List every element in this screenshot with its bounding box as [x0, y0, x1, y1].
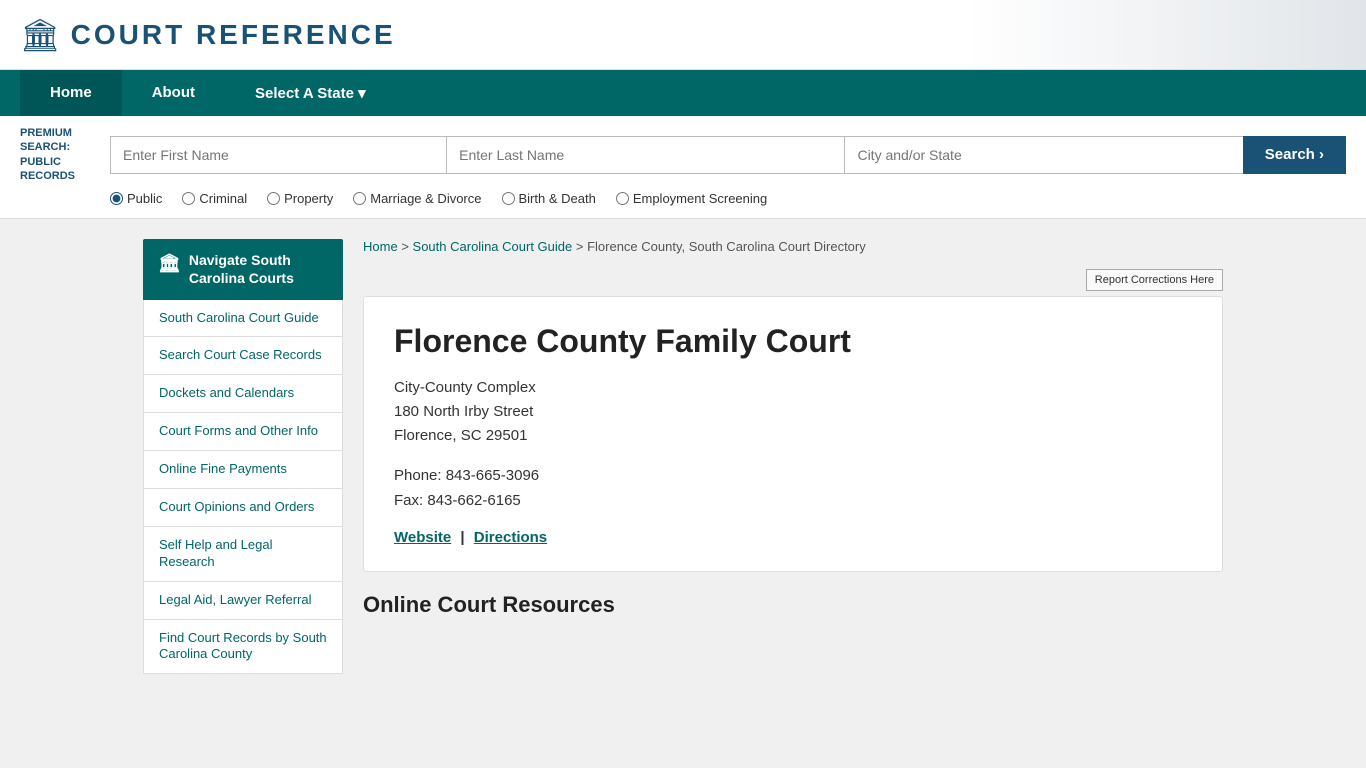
- logo-icon: 🏛: [20, 16, 61, 54]
- content-area: Home > South Carolina Court Guide > Flor…: [363, 239, 1223, 674]
- report-corrections-button[interactable]: Report Corrections Here: [1086, 269, 1223, 291]
- sidebar-item-online-fine-payments[interactable]: Online Fine Payments: [143, 451, 343, 489]
- radio-employment[interactable]: Employment Screening: [616, 191, 767, 206]
- search-inputs: Search ›: [110, 136, 1346, 174]
- first-name-input[interactable]: [110, 136, 446, 174]
- sidebar-item-self-help[interactable]: Self Help and Legal Research: [143, 527, 343, 582]
- site-header: 🏛 COURT REFERENCE: [0, 0, 1366, 70]
- sidebar-header-icon: 🏛: [158, 252, 181, 275]
- sidebar-item-sc-court-guide[interactable]: South Carolina Court Guide: [143, 300, 343, 338]
- sidebar-header: 🏛 Navigate South Carolina Courts: [143, 239, 343, 299]
- court-address: City-County Complex 180 North Irby Stree…: [394, 376, 1192, 448]
- nav-about[interactable]: About: [122, 70, 225, 116]
- breadcrumb-guide[interactable]: South Carolina Court Guide: [413, 239, 573, 254]
- court-address-line2: 180 North Irby Street: [394, 400, 1192, 424]
- site-logo[interactable]: 🏛 COURT REFERENCE: [20, 16, 396, 54]
- court-address-line1: City-County Complex: [394, 376, 1192, 400]
- radio-property[interactable]: Property: [267, 191, 333, 206]
- online-resources-title: Online Court Resources: [363, 592, 1223, 618]
- city-state-input[interactable]: [844, 136, 1242, 174]
- logo-text: COURT REFERENCE: [71, 19, 396, 51]
- court-contact: Phone: 843-665-3096 Fax: 843-662-6165: [394, 463, 1192, 514]
- radio-public[interactable]: Public: [110, 191, 162, 206]
- sidebar-item-dockets-calendars[interactable]: Dockets and Calendars: [143, 375, 343, 413]
- main-content: 🏛 Navigate South Carolina Courts South C…: [133, 219, 1233, 694]
- sidebar-item-legal-aid[interactable]: Legal Aid, Lawyer Referral: [143, 582, 343, 620]
- last-name-input[interactable]: [446, 136, 844, 174]
- court-directions-link[interactable]: Directions: [474, 529, 547, 546]
- search-button[interactable]: Search ›: [1243, 136, 1346, 174]
- sidebar-item-court-forms[interactable]: Court Forms and Other Info: [143, 413, 343, 451]
- breadcrumb: Home > South Carolina Court Guide > Flor…: [363, 239, 1223, 254]
- court-card: Florence County Family Court City-County…: [363, 296, 1223, 571]
- breadcrumb-current: Florence County, South Carolina Court Di…: [587, 239, 866, 254]
- search-bar: PREMIUM SEARCH: PUBLIC RECORDS Search › …: [0, 116, 1366, 219]
- radio-marriage-divorce[interactable]: Marriage & Divorce: [353, 191, 481, 206]
- court-website-link[interactable]: Website: [394, 529, 451, 546]
- sidebar-header-text: Navigate South Carolina Courts: [189, 251, 328, 287]
- nav-select-state[interactable]: Select A State ▾: [225, 70, 396, 116]
- search-label: PREMIUM SEARCH: PUBLIC RECORDS: [20, 126, 100, 183]
- nav-home[interactable]: Home: [20, 70, 122, 116]
- court-address-line3: Florence, SC 29501: [394, 424, 1192, 448]
- court-fax-number: Fax: 843-662-6165: [394, 488, 1192, 514]
- search-radio-group: Public Criminal Property Marriage & Divo…: [20, 191, 1346, 206]
- court-title: Florence County Family Court: [394, 322, 1192, 360]
- sidebar-item-find-records[interactable]: Find Court Records by South Carolina Cou…: [143, 620, 343, 675]
- sidebar-item-court-opinions[interactable]: Court Opinions and Orders: [143, 489, 343, 527]
- court-phone-number: Phone: 843-665-3096: [394, 463, 1192, 489]
- radio-criminal[interactable]: Criminal: [182, 191, 247, 206]
- header-background: [966, 0, 1366, 69]
- court-links: Website | Directions: [394, 529, 1192, 546]
- radio-birth-death[interactable]: Birth & Death: [502, 191, 596, 206]
- sidebar-item-search-case-records[interactable]: Search Court Case Records: [143, 337, 343, 375]
- sidebar: 🏛 Navigate South Carolina Courts South C…: [143, 239, 343, 674]
- breadcrumb-home[interactable]: Home: [363, 239, 398, 254]
- main-nav: Home About Select A State ▾: [0, 70, 1366, 116]
